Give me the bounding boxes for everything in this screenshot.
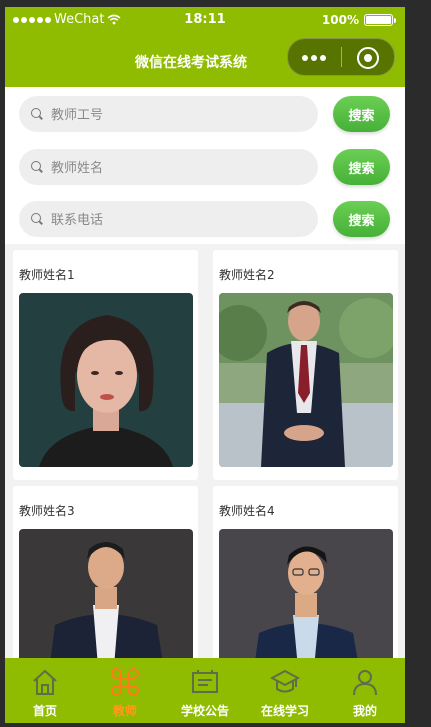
teacher-name-input[interactable]: [49, 149, 313, 187]
graduation-cap-icon: [270, 669, 300, 693]
tab-label: 教师: [112, 704, 137, 718]
search-row-teacher-id: 搜索: [19, 96, 395, 134]
teacher-photo: [19, 293, 193, 467]
search-box: [19, 149, 318, 187]
teacher-id-input[interactable]: [49, 96, 313, 134]
teacher-photo: [219, 293, 393, 467]
search-icon: [31, 108, 41, 118]
tab-teacher[interactable]: 教师: [85, 658, 165, 723]
tab-notice[interactable]: 学校公告: [165, 658, 245, 723]
tab-online-study[interactable]: 在线学习: [245, 658, 325, 723]
more-icon[interactable]: [302, 55, 326, 61]
phone-input[interactable]: [49, 201, 313, 239]
search-teacher-name-button[interactable]: 搜索: [333, 149, 390, 185]
search-box: [19, 96, 318, 134]
miniprogram-capsule: [287, 38, 395, 76]
teacher-photo: [19, 529, 193, 658]
command-icon: [111, 668, 139, 696]
teacher-name: 教师姓名2: [219, 268, 275, 282]
teacher-card[interactable]: 教师姓名4: [213, 486, 398, 658]
phone-screen: WeChat 18:11 100% 微信在线考试系统 搜索: [5, 7, 405, 723]
home-icon: [33, 669, 57, 695]
search-phone-button[interactable]: 搜索: [333, 201, 390, 237]
teacher-photo: [219, 529, 393, 658]
battery-icon: [364, 14, 393, 26]
search-panel: 搜索 搜索 搜索: [5, 87, 405, 244]
teacher-card[interactable]: 教师姓名2: [213, 250, 398, 480]
teacher-card[interactable]: 教师姓名1: [13, 250, 198, 480]
battery-percent: 100%: [321, 13, 359, 27]
search-row-teacher-name: 搜索: [19, 149, 395, 187]
tab-bar: 首页 教师 学校公告 在线学习 我的: [5, 658, 405, 723]
status-battery: 100%: [322, 13, 396, 27]
teacher-grid: 教师姓名1 教师姓名2 教师姓名3 教师姓名4: [5, 244, 405, 658]
notice-board-icon: [192, 670, 218, 693]
tab-label: 学校公告: [180, 704, 229, 718]
page-title: 微信在线考试系统: [135, 55, 247, 71]
close-miniprogram-icon[interactable]: [357, 47, 379, 69]
teacher-card[interactable]: 教师姓名3: [13, 486, 198, 658]
search-icon: [31, 213, 41, 223]
search-teacher-id-button[interactable]: 搜索: [333, 96, 390, 132]
user-icon: [353, 670, 377, 696]
teacher-name: 教师姓名4: [219, 504, 275, 518]
tab-label: 在线学习: [260, 704, 309, 718]
tab-label: 首页: [32, 704, 57, 718]
tab-label: 我的: [352, 704, 377, 718]
tab-mine[interactable]: 我的: [325, 658, 405, 723]
app-header: WeChat 18:11 100% 微信在线考试系统: [5, 7, 405, 87]
teacher-name: 教师姓名3: [19, 504, 75, 518]
search-row-phone: 搜索: [19, 201, 395, 239]
teacher-name: 教师姓名1: [19, 268, 75, 282]
tab-home[interactable]: 首页: [5, 658, 85, 723]
search-icon: [31, 161, 41, 171]
search-box: [19, 201, 318, 239]
